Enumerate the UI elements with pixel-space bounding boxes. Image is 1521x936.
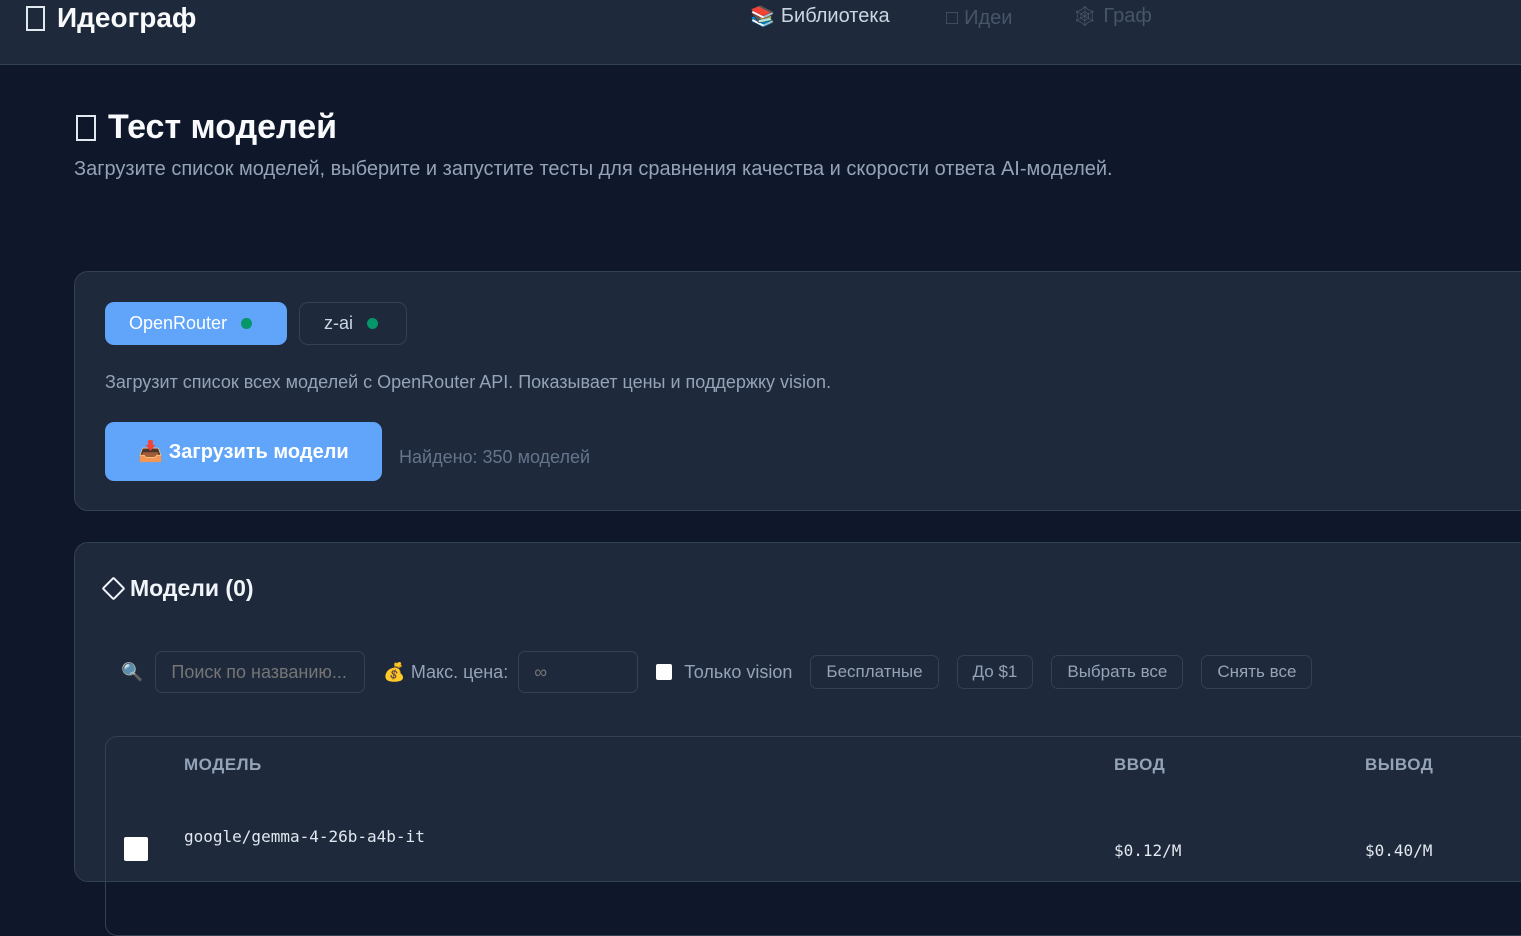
graph-icon: 🕸 bbox=[1072, 6, 1098, 28]
provider-tab-zai[interactable]: z-ai bbox=[299, 302, 407, 345]
status-dot-icon bbox=[367, 318, 379, 329]
vision-label: Только vision bbox=[684, 661, 793, 682]
input-price: $0.12/M bbox=[1114, 841, 1182, 860]
search-input[interactable] bbox=[155, 651, 366, 693]
ideas-icon: □ bbox=[946, 7, 959, 29]
provider-card: OpenRouter z-ai Загрузит список всех мод… bbox=[74, 271, 1521, 511]
column-header-model[interactable]: МОДЕЛЬ bbox=[184, 755, 262, 775]
nav-label: Идеи bbox=[964, 7, 1013, 29]
provider-tab-openrouter[interactable]: OpenRouter bbox=[105, 302, 287, 345]
nav-ideas[interactable]: □ Идеи bbox=[946, 7, 1012, 30]
found-count: Найдено: 350 моделей bbox=[399, 447, 591, 467]
select-all-button[interactable]: Выбрать все bbox=[1051, 655, 1184, 689]
nav-graph[interactable]: 🕸 Граф bbox=[1072, 4, 1152, 29]
status-dot-icon bbox=[241, 318, 253, 329]
page-subtitle: Загрузите список моделей, выберите и зап… bbox=[74, 158, 1113, 180]
row-checkbox[interactable] bbox=[124, 837, 148, 861]
nav-library[interactable]: 📚 Библиотека bbox=[750, 4, 890, 29]
model-name: google/gemma-4-26b-a4b-it bbox=[184, 827, 425, 846]
page-title: Тест моделей bbox=[76, 108, 337, 147]
deselect-all-button[interactable]: Снять все bbox=[1201, 655, 1313, 689]
logo-text: Идеограф bbox=[57, 2, 197, 33]
nav-label: Библиотека bbox=[780, 5, 890, 27]
title-icon bbox=[76, 114, 96, 141]
models-table: МОДЕЛЬ ВВОД ВЫВОД google/gemma-4-26b-a4b… bbox=[105, 736, 1521, 936]
books-icon: 📚 bbox=[750, 6, 775, 28]
max-price-input[interactable] bbox=[518, 651, 639, 693]
search-icon: 🔍 bbox=[121, 661, 144, 682]
max-price-label: 💰 Макс. цена: bbox=[383, 661, 509, 682]
page-title-text: Тест моделей bbox=[108, 108, 338, 146]
filters-bar: 🔍 💰 Макс. цена: Только vision Бесплатные… bbox=[121, 651, 1313, 693]
load-models-button[interactable]: 📥 Загрузить модели bbox=[105, 422, 382, 481]
app-logo[interactable]: Идеограф bbox=[26, 2, 196, 34]
app-header: Идеограф 📚 Библиотека □ Идеи 🕸 Граф bbox=[0, 0, 1521, 65]
column-header-output[interactable]: ВЫВОД bbox=[1365, 755, 1433, 775]
free-button[interactable]: Бесплатные bbox=[810, 655, 939, 689]
under-1-button[interactable]: До $1 bbox=[956, 655, 1034, 689]
provider-description: Загрузит список всех моделей с OpenRoute… bbox=[105, 372, 832, 392]
nav-label: Граф bbox=[1103, 5, 1152, 27]
vision-checkbox[interactable] bbox=[656, 664, 673, 680]
models-title-text: Модели (0) bbox=[130, 575, 254, 601]
column-header-input[interactable]: ВВОД bbox=[1114, 755, 1165, 775]
output-price: $0.40/M bbox=[1365, 841, 1433, 860]
tab-label: z-ai bbox=[324, 313, 354, 333]
logo-icon bbox=[26, 5, 45, 31]
tab-label: OpenRouter bbox=[129, 313, 228, 333]
tag-icon bbox=[101, 576, 126, 601]
models-card: Модели (0) 🔍 💰 Макс. цена: Только vision… bbox=[74, 542, 1521, 936]
models-title: Модели (0) bbox=[101, 575, 254, 602]
